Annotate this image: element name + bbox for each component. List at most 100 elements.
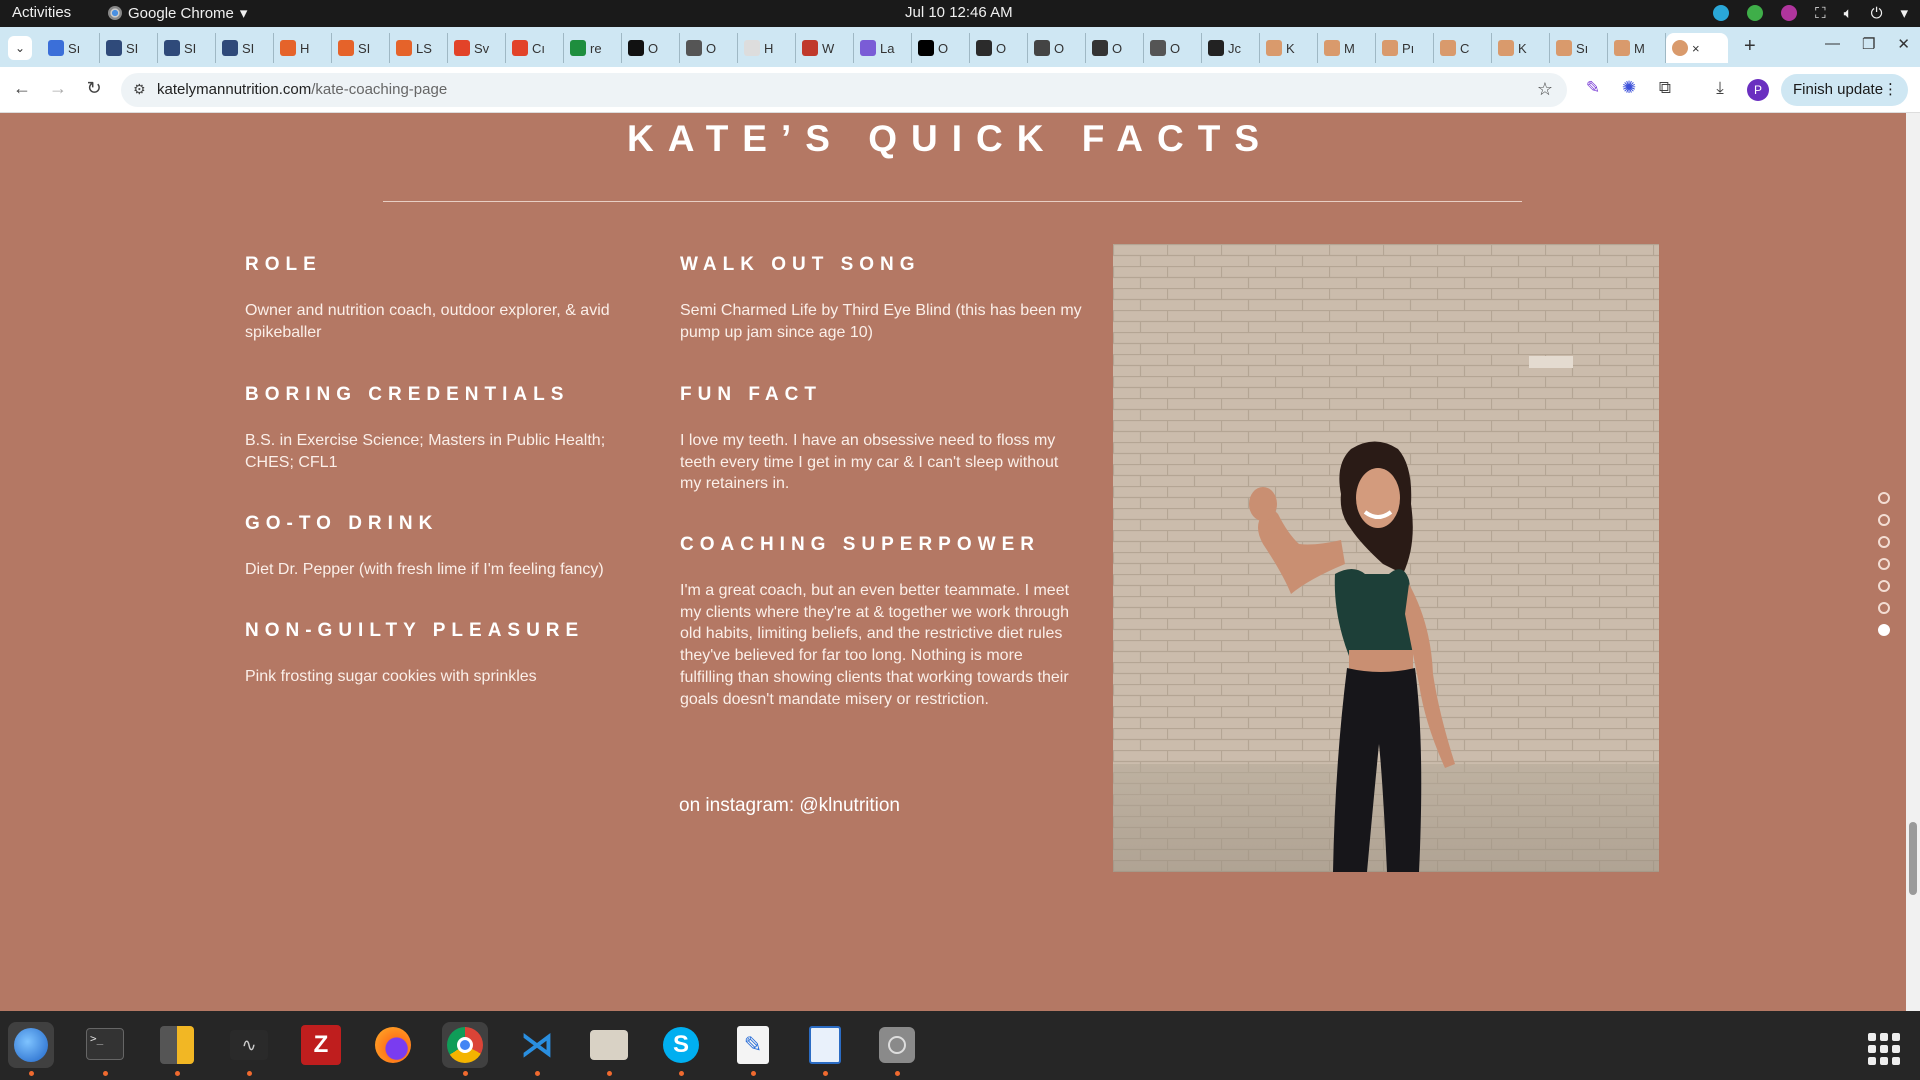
finish-update-button[interactable]: Finish update ⋮: [1781, 74, 1908, 106]
browser-tab[interactable]: O: [970, 33, 1028, 63]
pen-extension-icon[interactable]: ✎: [1582, 78, 1604, 98]
download-icon[interactable]: ⤓: [1709, 78, 1731, 98]
filezilla-app[interactable]: Z: [298, 1022, 344, 1068]
browser-tab[interactable]: Sı: [1550, 33, 1608, 63]
browser-tab[interactable]: SI: [158, 33, 216, 63]
extensions-puzzle-icon[interactable]: ⧉: [1654, 78, 1676, 98]
page-scrollbar[interactable]: [1906, 113, 1920, 1011]
network-icon[interactable]: ⛶: [1815, 5, 1826, 22]
forward-icon[interactable]: →: [47, 78, 69, 99]
browser-tab[interactable]: K: [1260, 33, 1318, 63]
document-viewer-app[interactable]: [802, 1022, 848, 1076]
browser-tab[interactable]: K: [1492, 33, 1550, 63]
sync-icon[interactable]: [1713, 5, 1730, 21]
vscode-app[interactable]: ⋊: [514, 1022, 560, 1076]
fact-credentials: BORING CREDENTIALS B.S. in Exercise Scie…: [245, 384, 650, 473]
calculator-app[interactable]: [154, 1022, 200, 1076]
url-text[interactable]: katelymannutrition.com/kate-coaching-pag…: [157, 81, 447, 98]
close-icon[interactable]: ✕: [1897, 35, 1910, 53]
browser-tab[interactable]: Pı: [1376, 33, 1434, 63]
tab-favicon-icon: [1382, 40, 1398, 56]
browser-tab[interactable]: SI: [100, 33, 158, 63]
tab-favicon-icon: [1266, 40, 1282, 56]
browser-tab[interactable]: Jc: [1202, 33, 1260, 63]
running-indicator: [679, 1071, 684, 1076]
tab-favicon-icon: [1672, 40, 1688, 56]
url-path: /kate-coaching-page: [311, 81, 448, 98]
new-tab-button[interactable]: +: [1744, 35, 1756, 58]
app-menu[interactable]: Google Chrome ▾: [108, 4, 247, 22]
browser-tab[interactable]: La: [854, 33, 912, 63]
bookmark-star-icon[interactable]: ☆: [1537, 79, 1553, 100]
browser-tab[interactable]: O: [912, 33, 970, 63]
tab-search-button[interactable]: ⌄: [8, 36, 32, 60]
gear-extension-icon[interactable]: ✺: [1618, 78, 1640, 98]
browser-tab[interactable]: O: [1086, 33, 1144, 63]
system-tray[interactable]: ⛶ 🔈︎ ⏻ ▾: [1713, 4, 1908, 22]
clock[interactable]: Jul 10 12:46 AM: [905, 4, 1013, 21]
power-icon[interactable]: ⏻: [1871, 5, 1883, 22]
close-tab-icon[interactable]: ×: [1692, 41, 1700, 56]
tab-title: Cı: [532, 40, 545, 56]
system-monitor-app[interactable]: ∿: [226, 1022, 272, 1076]
browser-tab[interactable]: Cı: [506, 33, 564, 63]
section-dot[interactable]: [1878, 536, 1890, 548]
volume-icon[interactable]: 🔈︎: [1844, 5, 1853, 22]
minimize-icon[interactable]: —: [1825, 35, 1840, 53]
section-dot[interactable]: [1878, 580, 1890, 592]
browser-tab[interactable]: H: [738, 33, 796, 63]
firefox-app[interactable]: [370, 1022, 416, 1068]
scrollbar-thumb[interactable]: [1909, 822, 1917, 895]
browser-tab[interactable]: O: [1028, 33, 1086, 63]
back-icon[interactable]: ←: [11, 78, 33, 99]
browser-tab[interactable]: SI: [216, 33, 274, 63]
browser-tab[interactable]: O: [1144, 33, 1202, 63]
browser-tab[interactable]: SI: [332, 33, 390, 63]
tab-title: H: [300, 40, 310, 56]
restore-icon[interactable]: ❐: [1862, 35, 1875, 53]
browser-tab[interactable]: W: [796, 33, 854, 63]
fact-heading: ROLE: [245, 254, 322, 275]
tab-favicon-icon: [802, 40, 818, 56]
files-app[interactable]: [586, 1022, 632, 1076]
running-indicator: [751, 1071, 756, 1076]
show-apps-grid-icon[interactable]: [1868, 1033, 1900, 1065]
section-dot[interactable]: [1878, 558, 1890, 570]
browser-tab[interactable]: C: [1434, 33, 1492, 63]
browser-tab[interactable]: O: [622, 33, 680, 63]
thunderbird-app[interactable]: [8, 1022, 54, 1076]
text-editor-app[interactable]: ✎: [730, 1022, 776, 1076]
dock: >_ ∿ Z ⋊ S ✎: [0, 1011, 1920, 1080]
browser-tab-active[interactable]: ×: [1666, 33, 1728, 63]
section-dot[interactable]: [1878, 492, 1890, 504]
browser-tab[interactable]: Sv: [448, 33, 506, 63]
reload-icon[interactable]: ↻: [83, 78, 105, 99]
disk-app[interactable]: [874, 1022, 920, 1076]
tab-title: La: [880, 40, 895, 56]
skype-app[interactable]: S: [658, 1022, 704, 1076]
section-dot[interactable]: [1878, 624, 1890, 636]
browser-tab[interactable]: M: [1608, 33, 1666, 63]
address-bar[interactable]: ⚙ katelymannutrition.com/kate-coaching-p…: [121, 73, 1567, 107]
running-indicator: [607, 1071, 612, 1076]
browser-tab[interactable]: re: [564, 33, 622, 63]
fact-heading: NON-GUILTY PLEASURE: [245, 620, 585, 641]
browser-tab[interactable]: H: [274, 33, 332, 63]
terminal-app[interactable]: >_: [82, 1022, 128, 1076]
check-icon[interactable]: [1747, 5, 1764, 21]
site-info-icon[interactable]: ⚙: [133, 81, 146, 98]
extension-tray-icon[interactable]: [1781, 5, 1798, 21]
section-dot[interactable]: [1878, 514, 1890, 526]
browser-tab[interactable]: Sı: [42, 33, 100, 63]
tab-title: O: [1112, 40, 1123, 56]
browser-tab[interactable]: O: [680, 33, 738, 63]
tab-favicon-icon: [1614, 40, 1630, 56]
browser-tab[interactable]: M: [1318, 33, 1376, 63]
profile-avatar[interactable]: P: [1747, 79, 1769, 101]
chrome-app[interactable]: [442, 1022, 488, 1076]
section-dot[interactable]: [1878, 602, 1890, 614]
activities-button[interactable]: Activities: [12, 4, 71, 21]
browser-tab[interactable]: LS: [390, 33, 448, 63]
chevron-down-icon[interactable]: ▾: [1900, 4, 1908, 22]
instagram-handle[interactable]: on instagram: @klnutrition: [679, 795, 900, 817]
